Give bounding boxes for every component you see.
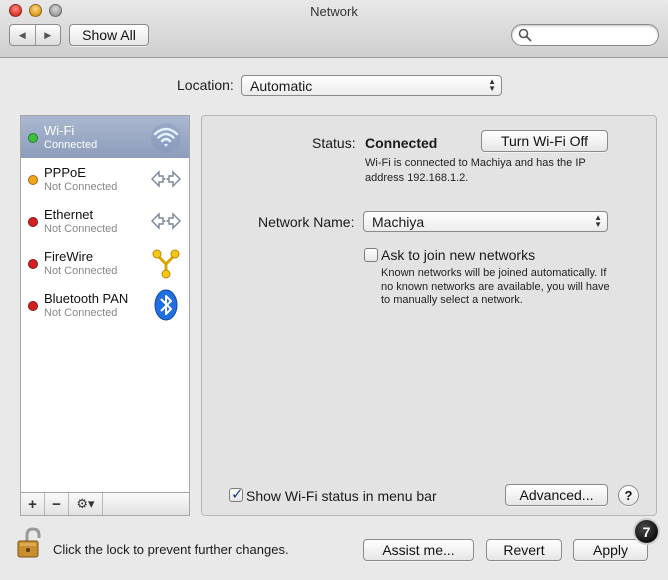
network-name-select[interactable]: Machiya ▲ ▼ <box>363 211 608 232</box>
show-all-button[interactable]: Show All <box>69 24 149 46</box>
service-item-firewire[interactable]: FireWire Not Connected <box>21 242 189 284</box>
search-field[interactable] <box>511 24 659 46</box>
wifi-icon <box>151 123 181 153</box>
back-button[interactable]: ◀ <box>10 25 35 45</box>
ask-join-label[interactable]: Ask to join new networks <box>381 247 535 263</box>
revert-button[interactable]: Revert <box>486 539 562 561</box>
remove-service-button[interactable]: − <box>45 493 69 515</box>
turn-wifi-off-button[interactable]: Turn Wi-Fi Off <box>481 130 608 152</box>
service-name: FireWire <box>44 249 94 264</box>
updown-arrows-icon: ▲ ▼ <box>488 77 496 93</box>
lock-icon[interactable] <box>16 527 46 559</box>
notification-badge: 7 <box>633 518 660 545</box>
location-select[interactable]: Automatic ▲ ▼ <box>241 75 502 96</box>
window-title: Network <box>310 4 358 19</box>
window-toolbar: Network ◀ ▶ Show All <box>0 0 668 58</box>
status-dot-icon <box>28 259 38 269</box>
service-list-toolbar: + − ⚙▾ <box>20 492 190 516</box>
search-input[interactable] <box>536 27 654 43</box>
service-item-wifi[interactable]: Wi-Fi Connected <box>21 116 189 158</box>
service-item-pppoe[interactable]: PPPoE Not Connected <box>21 158 189 200</box>
status-label: Status: <box>312 135 356 151</box>
ask-join-description: Known networks will be joined automatica… <box>381 267 610 306</box>
service-list: Wi-Fi Connected PPPoE Not Connected Ethe… <box>20 115 190 492</box>
service-item-bluetooth-pan[interactable]: Bluetooth PAN Not Connected <box>21 284 189 326</box>
service-name: Bluetooth PAN <box>44 291 129 306</box>
assist-me-button[interactable]: Assist me... <box>363 539 474 561</box>
apply-button[interactable]: Apply <box>573 539 648 561</box>
advanced-button[interactable]: Advanced... <box>505 484 608 506</box>
service-status: Connected <box>44 139 98 151</box>
network-name-value: Machiya <box>372 213 425 230</box>
forward-button[interactable]: ▶ <box>34 25 61 45</box>
lock-message: Click the lock to prevent further change… <box>53 542 289 557</box>
ethernet-arrows-icon <box>151 170 181 188</box>
service-name: Wi-Fi <box>44 123 75 138</box>
help-button[interactable]: ? <box>618 485 639 506</box>
show-menubar-checkbox[interactable]: ✓ <box>229 486 244 503</box>
ask-join-checkbox[interactable] <box>364 248 378 262</box>
location-value: Automatic <box>250 77 313 94</box>
status-value: Connected <box>365 135 438 151</box>
ethernet-arrows-icon <box>151 212 181 230</box>
show-menubar-label[interactable]: Show Wi-Fi status in menu bar <box>246 488 437 504</box>
status-description: Wi-Fi is connected to Machiya and has th… <box>365 157 586 184</box>
updown-arrows-icon: ▲ ▼ <box>594 213 602 229</box>
search-icon <box>518 28 532 42</box>
service-status: Not Connected <box>44 265 118 277</box>
service-name: Ethernet <box>44 207 94 222</box>
gear-menu-button[interactable]: ⚙▾ <box>69 493 103 515</box>
status-dot-icon <box>28 133 38 143</box>
firewire-icon <box>152 249 180 279</box>
network-name-label: Network Name: <box>258 214 355 230</box>
status-dot-icon <box>28 301 38 311</box>
bluetooth-icon <box>154 289 178 321</box>
service-status: Not Connected <box>44 181 118 193</box>
service-name: PPPoE <box>44 165 86 180</box>
status-dot-icon <box>28 217 38 227</box>
checkmark-icon: ✓ <box>231 486 244 503</box>
service-item-ethernet[interactable]: Ethernet Not Connected <box>21 200 189 242</box>
add-service-button[interactable]: + <box>21 493 45 515</box>
back-forward-control: ◀ ▶ <box>9 24 61 46</box>
service-status: Not Connected <box>44 307 118 319</box>
service-status: Not Connected <box>44 223 118 235</box>
status-dot-icon <box>28 175 38 185</box>
location-label: Location: <box>177 77 234 93</box>
